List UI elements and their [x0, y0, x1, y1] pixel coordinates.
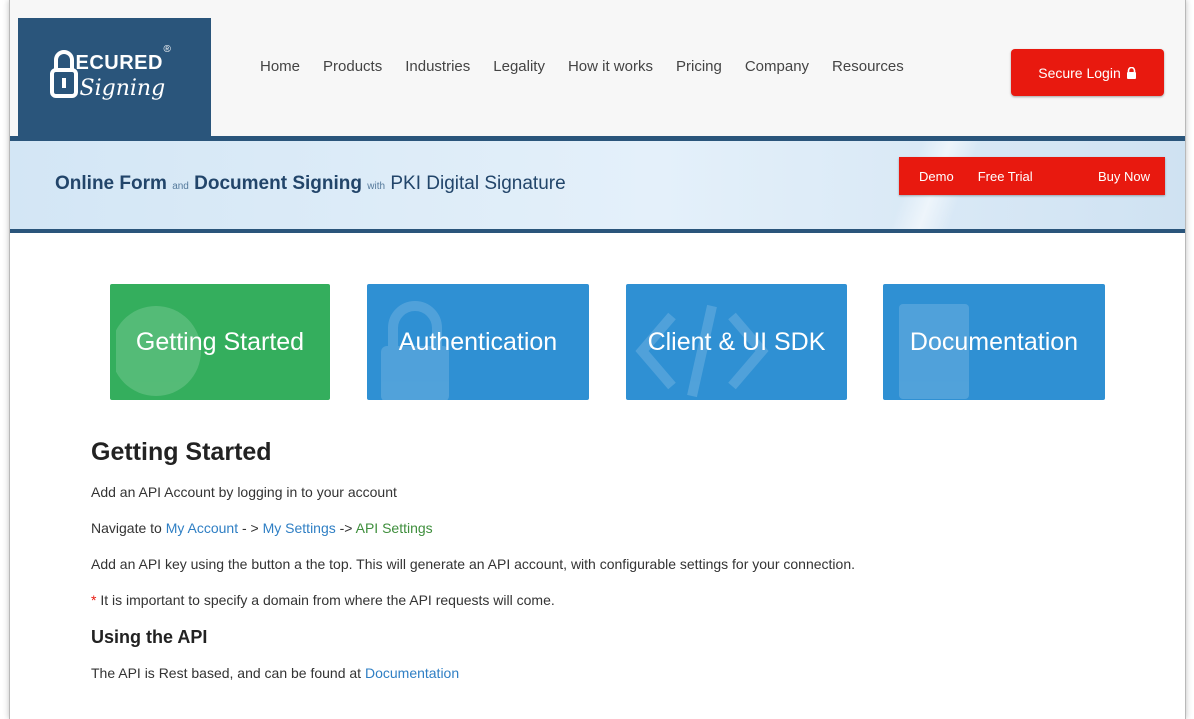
free-trial-button[interactable]: Free Trial	[966, 169, 1045, 184]
paragraph-domain-note: * It is important to specify a domain fr…	[91, 591, 1171, 609]
tagline-part-and: and	[172, 181, 189, 192]
using-api-heading: Using the API	[91, 627, 208, 647]
nav-products[interactable]: Products	[323, 58, 382, 75]
browser-page: ECURED ® Signing Home Products Industrie…	[9, 0, 1186, 719]
demo-button[interactable]: Demo	[899, 169, 966, 184]
tile-documentation-label: Documentation	[909, 327, 1079, 356]
my-settings-link[interactable]: My Settings	[263, 520, 336, 536]
tile-authentication-label: Authentication	[398, 327, 558, 356]
logo-text-signing: Signing	[79, 76, 166, 101]
tagline-part-pki: PKI Digital Signature	[390, 173, 566, 194]
main-nav: Home Products Industries Legality How it…	[260, 58, 927, 75]
tile-client-ui-sdk-label: Client & UI SDK	[647, 327, 826, 356]
paragraph-rest-based: The API is Rest based, and can be found …	[91, 664, 1171, 682]
rest-based-text: The API is Rest based, and can be found …	[91, 665, 365, 681]
page-heading: Getting Started	[91, 438, 272, 466]
banner-bottom-border	[10, 229, 1185, 233]
tile-getting-started[interactable]: Getting Started	[110, 284, 330, 400]
paragraph-add-api-key: Add an API key using the button a the to…	[91, 556, 855, 572]
paragraph-add-account: Add an API Account by logging in to your…	[91, 484, 397, 500]
lock-logo-icon	[49, 50, 78, 98]
tagline-part-with: with	[367, 181, 386, 192]
domain-note-text: It is important to specify a domain from…	[96, 592, 555, 608]
api-settings-link[interactable]: API Settings	[356, 520, 433, 536]
tile-getting-started-label: Getting Started	[135, 327, 305, 356]
nav-home[interactable]: Home	[260, 58, 300, 75]
banner-tagline: Online Form and Document Signing with PK…	[55, 173, 566, 195]
nav-how-it-works[interactable]: How it works	[568, 58, 653, 75]
my-account-link[interactable]: My Account	[166, 520, 238, 536]
secure-login-label: Secure Login	[1038, 64, 1121, 81]
main-content: Getting Started Add an API Account by lo…	[91, 438, 1171, 700]
navigate-separator-1: - >	[238, 520, 263, 536]
tile-authentication[interactable]: Authentication	[367, 284, 589, 400]
tile-client-ui-sdk[interactable]: Client & UI SDK	[626, 284, 847, 400]
navigate-prefix: Navigate to	[91, 520, 166, 536]
site-logo[interactable]: ECURED ® Signing	[18, 18, 211, 138]
nav-legality[interactable]: Legality	[493, 58, 545, 75]
secure-login-button[interactable]: Secure Login	[1011, 49, 1164, 96]
logo-text-secured: ECURED	[75, 52, 163, 74]
tile-documentation[interactable]: Documentation	[883, 284, 1105, 400]
navigate-separator-2: ->	[335, 520, 356, 536]
logo-registered-mark: ®	[163, 44, 171, 55]
buy-now-button[interactable]: Buy Now	[1086, 169, 1165, 184]
tagline-part-online-form: Online Form	[55, 173, 167, 194]
tagline-part-document-signing: Document Signing	[194, 173, 362, 194]
nav-company[interactable]: Company	[745, 58, 809, 75]
site-header: ECURED ® Signing Home Products Industrie…	[10, 0, 1185, 138]
paragraph-navigate: Navigate to My Account - > My Settings -…	[91, 519, 1171, 537]
cta-button-group: Demo Free Trial Buy Now	[899, 157, 1165, 195]
nav-industries[interactable]: Industries	[405, 58, 470, 75]
documentation-link[interactable]: Documentation	[365, 665, 459, 681]
padlock-icon	[1126, 66, 1136, 79]
nav-pricing[interactable]: Pricing	[676, 58, 722, 75]
nav-resources[interactable]: Resources	[832, 58, 904, 75]
